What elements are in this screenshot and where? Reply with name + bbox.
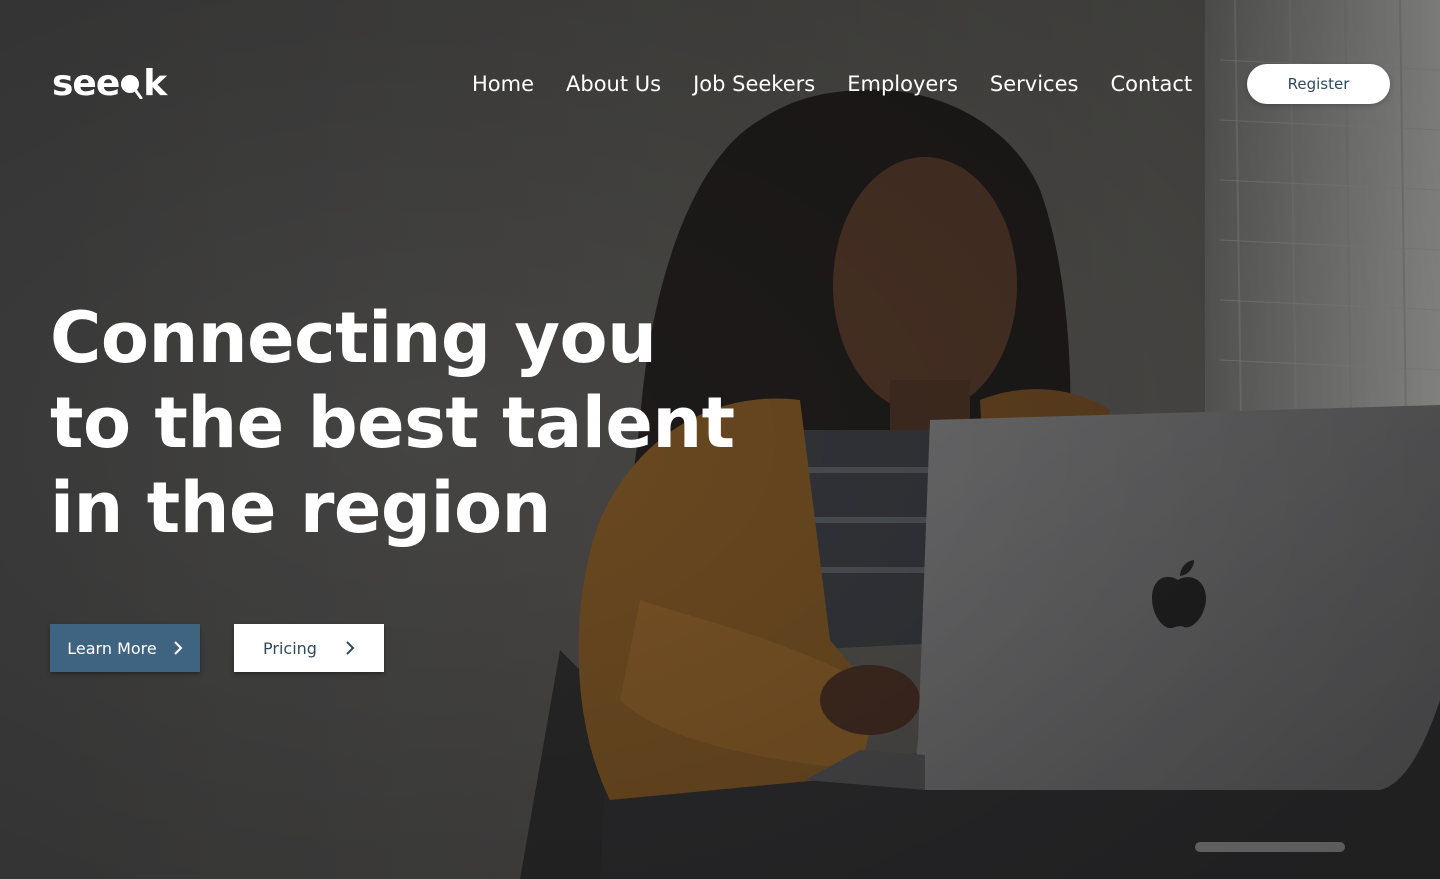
chevron-right-icon [345, 641, 355, 655]
hero-section: see k Home About Us Job Seekers Employer… [0, 0, 1440, 879]
pricing-button[interactable]: Pricing [234, 624, 384, 672]
headline-line: Connecting you [50, 297, 657, 379]
pricing-label: Pricing [263, 638, 317, 658]
hero-headline: Connecting you to the best talent in the… [50, 296, 735, 551]
register-button[interactable]: Register [1247, 64, 1390, 104]
headline-line: to the best talent [50, 382, 735, 464]
learn-more-button[interactable]: Learn More [50, 624, 200, 672]
logo-text: see [52, 63, 120, 104]
nav-contact[interactable]: Contact [1110, 72, 1192, 96]
nav-home[interactable]: Home [472, 72, 534, 96]
chevron-right-icon [173, 641, 183, 655]
nav-employers[interactable]: Employers [847, 72, 958, 96]
nav-about-us[interactable]: About Us [566, 72, 661, 96]
nav-services[interactable]: Services [990, 72, 1079, 96]
site-logo[interactable]: see k [52, 63, 167, 104]
learn-more-label: Learn More [67, 638, 157, 658]
logo-text-end: k [143, 63, 167, 104]
headline-line: in the region [50, 467, 551, 549]
search-magnifier-icon [119, 64, 143, 104]
main-nav: Home About Us Job Seekers Employers Serv… [472, 70, 1192, 98]
nav-job-seekers[interactable]: Job Seekers [693, 72, 815, 96]
